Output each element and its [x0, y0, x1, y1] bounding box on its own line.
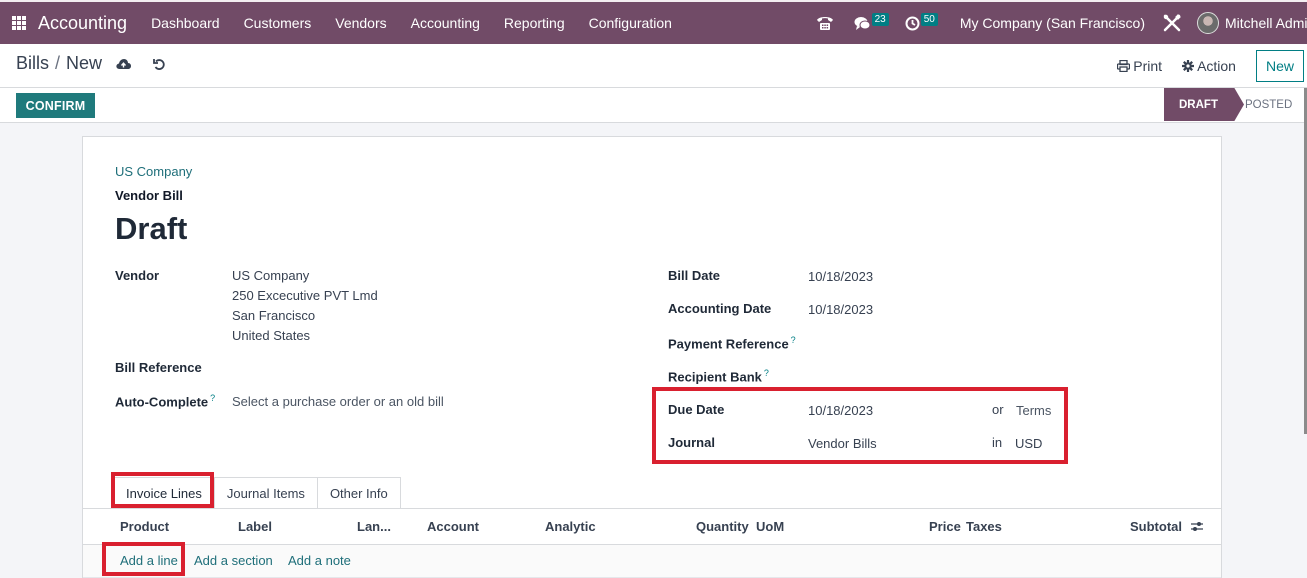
document-type: Vendor Bill [115, 188, 183, 203]
bill-date-input[interactable]: 10/18/2023 [808, 269, 873, 284]
new-button[interactable]: New [1255, 50, 1304, 82]
messages-button[interactable]: 23 [854, 12, 889, 31]
gear-icon [1182, 60, 1195, 72]
payment-reference-input[interactable] [808, 335, 1108, 353]
menu-accounting[interactable]: Accounting [399, 2, 492, 44]
vendor-street: 250 Excecutive PVT Lmd [232, 288, 378, 303]
vendor-country: United States [232, 328, 311, 343]
clock-icon [905, 16, 920, 30]
company-switcher[interactable]: My Company (San Francisco) [960, 15, 1145, 31]
add-note-link[interactable]: Add a note [288, 553, 351, 568]
vendor-name[interactable]: US Company [232, 266, 378, 286]
action-button[interactable]: Action [1182, 58, 1236, 74]
breadcrumb-current: New [66, 53, 103, 73]
add-section-link[interactable]: Add a section [194, 553, 273, 568]
recipient-bank-input[interactable] [808, 368, 1108, 386]
activities-button[interactable]: 50 [905, 12, 938, 31]
messages-badge: 23 [871, 12, 889, 26]
menu-vendors[interactable]: Vendors [323, 2, 398, 44]
invoice-lines-header: Product Label Lan... Account Analytic Qu… [83, 509, 1221, 545]
column-price[interactable]: Price [929, 519, 961, 534]
activities-badge: 50 [920, 12, 938, 26]
recipient-bank-help-icon[interactable]: ? [764, 368, 769, 378]
bill-reference-input[interactable] [232, 360, 532, 378]
bill-date-label: Bill Date [668, 268, 721, 283]
auto-complete-label: Auto-Complete? [115, 393, 215, 409]
payment-reference-help-icon[interactable]: ? [791, 335, 796, 345]
payment-reference-label-text: Payment Reference [668, 336, 789, 352]
tools-icon[interactable] [1163, 14, 1181, 32]
optional-columns-toggle-icon[interactable] [1190, 520, 1204, 536]
menu-customers[interactable]: Customers [232, 2, 324, 44]
menu-reporting[interactable]: Reporting [492, 2, 577, 44]
phone-icon[interactable] [816, 15, 834, 31]
control-panel: Bills / New Print Action New [0, 44, 1307, 88]
menu-dashboard[interactable]: Dashboard [139, 2, 232, 44]
due-date-or-text: or [992, 402, 1004, 417]
breadcrumb: Bills / New [16, 53, 102, 74]
journal-label: Journal [668, 435, 715, 450]
tab-other-info[interactable]: Other Info [316, 477, 401, 509]
app-name[interactable]: Accounting [38, 13, 127, 34]
stage-draft[interactable]: DRAFT [1164, 88, 1244, 121]
tab-invoice-lines[interactable]: Invoice Lines [113, 477, 215, 509]
save-cloud-icon[interactable] [116, 58, 131, 73]
column-label[interactable]: Label [238, 519, 272, 534]
apps-menu-button[interactable] [0, 2, 38, 44]
control-panel-actions: Print Action New [1117, 44, 1307, 88]
top-navbar: Accounting Dashboard Customers Vendors A… [0, 0, 1307, 44]
breadcrumb-separator: / [55, 53, 61, 73]
add-line-link[interactable]: Add a line [120, 553, 178, 568]
payment-terms-input[interactable]: Terms [1016, 403, 1051, 418]
menu-configuration[interactable]: Configuration [577, 2, 684, 44]
recipient-bank-label: Recipient Bank? [668, 368, 769, 384]
column-account[interactable]: Account [427, 519, 479, 534]
column-language[interactable]: Lan... [357, 519, 391, 534]
apps-grid-icon [12, 16, 26, 30]
user-menu[interactable]: Mitchell Admin [1225, 15, 1307, 31]
column-analytic[interactable]: Analytic [545, 519, 596, 534]
notebook-tabs: Invoice Lines Journal Items Other Info [113, 477, 401, 509]
printer-icon [1117, 60, 1131, 72]
print-button[interactable]: Print [1117, 58, 1162, 74]
column-quantity[interactable]: Quantity [696, 519, 749, 534]
accounting-date-label: Accounting Date [668, 301, 772, 316]
column-taxes[interactable]: Taxes [966, 519, 1002, 534]
due-date-label: Due Date [668, 402, 725, 417]
chat-icon [854, 16, 871, 30]
stage-posted[interactable]: POSTED [1245, 88, 1292, 121]
column-uom[interactable]: UoM [756, 519, 784, 534]
currency-input[interactable]: USD [1015, 436, 1042, 451]
print-label: Print [1133, 58, 1163, 74]
auto-complete-help-icon[interactable]: ? [210, 393, 215, 403]
form-sheet: US Company Vendor Bill Draft Vendor US C… [82, 136, 1222, 578]
vendor-field[interactable]: US Company 250 Excecutive PVT Lmd San Fr… [232, 266, 378, 346]
accounting-date-input[interactable]: 10/18/2023 [808, 302, 873, 317]
action-label: Action [1197, 58, 1236, 74]
payment-reference-label: Payment Reference? [668, 335, 796, 351]
form-statusbar: CONFIRM DRAFT POSTED [0, 88, 1307, 123]
document-title: Draft [115, 211, 188, 246]
journal-in-text: in [992, 435, 1003, 450]
recipient-bank-label-text: Recipient Bank [668, 369, 762, 385]
user-avatar[interactable] [1197, 12, 1219, 34]
column-product[interactable]: Product [120, 519, 169, 534]
vendor-label: Vendor [115, 268, 160, 283]
navbar-systray: 23 50 My Company (San Francisco) Mitchel… [816, 2, 1307, 44]
company-link[interactable]: US Company [115, 164, 192, 179]
auto-complete-label-text: Auto-Complete [115, 394, 209, 410]
journal-input[interactable]: Vendor Bills [808, 436, 877, 451]
tab-journal-items[interactable]: Journal Items [213, 477, 318, 509]
breadcrumb-bills-link[interactable]: Bills [16, 53, 49, 74]
main-menu: Dashboard Customers Vendors Accounting R… [139, 2, 684, 44]
due-date-input[interactable]: 10/18/2023 [808, 403, 873, 418]
auto-complete-input[interactable]: Select a purchase order or an old bill [232, 394, 444, 409]
invoice-lines-add-row: Add a line Add a section Add a note [83, 545, 1221, 578]
confirm-button[interactable]: CONFIRM [16, 93, 95, 118]
discard-undo-icon[interactable] [153, 58, 166, 74]
column-subtotal[interactable]: Subtotal [1130, 519, 1182, 534]
vendor-city: San Francisco [232, 308, 316, 323]
bill-reference-label: Bill Reference [115, 360, 202, 375]
